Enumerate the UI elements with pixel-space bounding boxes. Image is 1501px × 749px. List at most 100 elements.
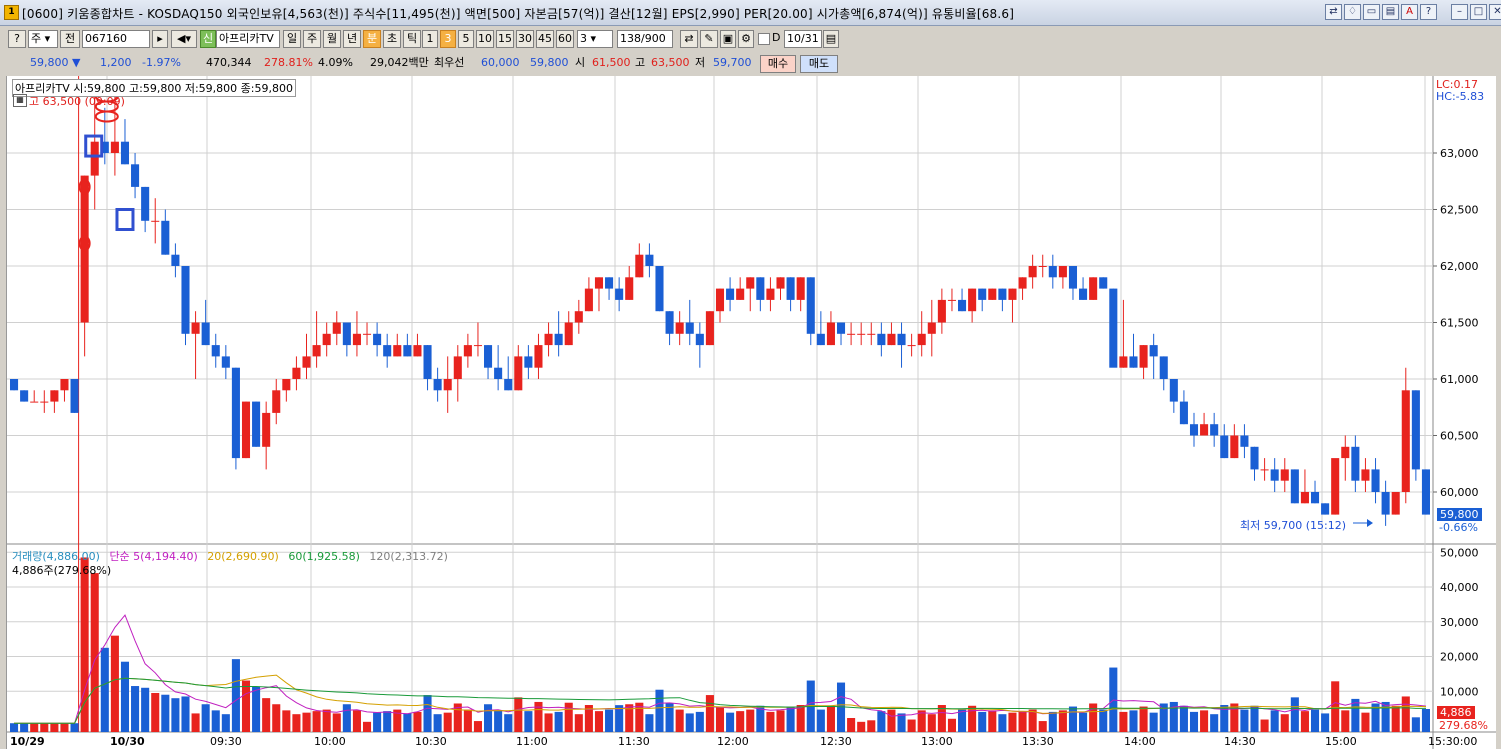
close-icon[interactable]: ✕ bbox=[1489, 4, 1501, 20]
candle-body bbox=[1240, 435, 1249, 447]
diamond-icon[interactable]: ♢ bbox=[1344, 4, 1361, 20]
min-5[interactable]: 5 bbox=[458, 30, 474, 48]
date-field[interactable]: 10/31 bbox=[784, 30, 822, 48]
candle-body bbox=[362, 333, 372, 335]
candle-body bbox=[877, 333, 886, 346]
stock-code-input[interactable]: 067160 bbox=[82, 30, 150, 48]
window-title-bar: 1 [0600] 키움종합차트 - KOSDAQ150 외국인보유[4,563(… bbox=[0, 0, 1501, 26]
volume-bar bbox=[1068, 706, 1078, 732]
minimize-icon[interactable]: – bbox=[1451, 4, 1468, 20]
arrows-icon[interactable]: ⇄ bbox=[680, 30, 698, 48]
link-icon[interactable]: ⇄ bbox=[1325, 4, 1342, 20]
volume-bar bbox=[20, 723, 29, 732]
prev-button[interactable]: 전 bbox=[60, 30, 80, 48]
volume-bar bbox=[826, 705, 835, 732]
min-3[interactable]: 3 bbox=[440, 30, 456, 48]
search-code-button[interactable]: ▸ bbox=[152, 30, 168, 48]
tf-tick[interactable]: 틱 bbox=[403, 30, 421, 48]
time-tick-label: 13:30 bbox=[1022, 735, 1054, 748]
help-icon[interactable]: ? bbox=[1420, 4, 1437, 20]
min-15[interactable]: 15 bbox=[496, 30, 514, 48]
buy-button[interactable]: 매수 bbox=[760, 55, 796, 73]
tf-week[interactable]: 주 bbox=[303, 30, 321, 48]
volume-bar bbox=[958, 709, 967, 732]
tf-second[interactable]: 초 bbox=[383, 30, 401, 48]
candle-body bbox=[1401, 390, 1410, 492]
min-45[interactable]: 45 bbox=[536, 30, 554, 48]
best-bid: 59,800 bbox=[530, 56, 569, 69]
price-tick-label: 60,000 bbox=[1440, 486, 1479, 499]
font-icon[interactable]: A bbox=[1401, 4, 1418, 20]
window-controls: – □ ✕ bbox=[1451, 4, 1501, 20]
volume-bar bbox=[1129, 710, 1138, 732]
gear-icon[interactable]: ⚙ bbox=[738, 30, 754, 48]
volume-bar bbox=[1381, 701, 1390, 732]
price-tick-label: 63,000 bbox=[1440, 147, 1479, 160]
volume-bar bbox=[867, 720, 876, 732]
volume-bar bbox=[594, 711, 604, 732]
time-tick-label: 10:00 bbox=[314, 735, 346, 748]
candle-body bbox=[554, 333, 563, 346]
search-icon[interactable]: ? bbox=[8, 30, 26, 48]
period-select[interactable]: 주 ▾ bbox=[28, 30, 58, 48]
min-10[interactable]: 10 bbox=[476, 30, 494, 48]
tf-year[interactable]: 년 bbox=[343, 30, 361, 48]
price-tick-label: 61,000 bbox=[1440, 373, 1479, 386]
candle-body bbox=[1159, 356, 1168, 379]
volume-bar bbox=[564, 702, 573, 732]
legend-ma20: 20(2,690.90) bbox=[207, 550, 279, 563]
volume-bar bbox=[463, 709, 472, 732]
candle-body bbox=[958, 299, 967, 312]
app-icon: 1 bbox=[4, 5, 19, 20]
volume-bar bbox=[988, 710, 997, 732]
candle-body bbox=[645, 254, 654, 266]
candlestick-chart[interactable]: 63,000 62,500 62,000 61,500 61,000 60,500 60,0… bbox=[7, 76, 1496, 749]
volume-bar bbox=[1250, 705, 1259, 732]
sell-button[interactable]: 매도 bbox=[800, 55, 838, 73]
candle-body bbox=[433, 379, 442, 391]
candle-body bbox=[1290, 469, 1299, 504]
volume-bar bbox=[403, 713, 412, 732]
min-30[interactable]: 30 bbox=[516, 30, 534, 48]
candle-body bbox=[655, 266, 664, 312]
speaker-icon[interactable]: ◀▾ bbox=[171, 30, 197, 48]
save-icon[interactable]: ▣ bbox=[720, 30, 736, 48]
candle-body bbox=[1250, 446, 1259, 470]
layout-icon[interactable]: ▭ bbox=[1363, 4, 1380, 20]
open-label: 시 bbox=[575, 56, 586, 69]
time-tick-label: 10:30 bbox=[415, 735, 447, 748]
candle-body bbox=[1331, 458, 1340, 515]
date-checkbox[interactable] bbox=[758, 33, 770, 45]
tool-icon[interactable]: ✎ bbox=[700, 30, 718, 48]
volume-bar bbox=[30, 723, 39, 732]
date-checkbox-label: D bbox=[772, 31, 781, 44]
volume-bar bbox=[705, 695, 714, 732]
candle-body bbox=[1391, 492, 1400, 515]
calendar-icon[interactable]: ▤ bbox=[823, 30, 839, 48]
candle-body bbox=[272, 390, 281, 413]
min-1[interactable]: 1 bbox=[422, 30, 438, 48]
candle-body bbox=[1351, 446, 1360, 481]
min-60[interactable]: 60 bbox=[556, 30, 574, 48]
calendar-icon[interactable]: ▦ bbox=[13, 94, 27, 107]
time-tick-label: 14:00 bbox=[1124, 735, 1156, 748]
low-label: 저 bbox=[695, 56, 706, 69]
volume-bar bbox=[1321, 713, 1330, 732]
high-value: 63,500 bbox=[651, 56, 690, 69]
tf-day[interactable]: 일 bbox=[283, 30, 301, 48]
volume-bar bbox=[473, 721, 482, 732]
maximize-icon[interactable]: □ bbox=[1470, 4, 1487, 20]
volume-bar bbox=[322, 709, 331, 732]
tf-minute[interactable]: 분 bbox=[363, 30, 381, 48]
list-icon[interactable]: ▤ bbox=[1382, 4, 1399, 20]
candle-body bbox=[897, 333, 906, 346]
stock-name-field[interactable]: 아프리카TV bbox=[216, 30, 280, 48]
price-change: 1,200 bbox=[100, 56, 132, 69]
count-field[interactable]: 138/900 bbox=[617, 30, 673, 48]
interval-select[interactable]: 3 ▾ bbox=[577, 30, 613, 48]
tf-month[interactable]: 월 bbox=[323, 30, 341, 48]
chart-panel[interactable]: 63,000 62,500 62,000 61,500 61,000 60,500 60,0… bbox=[6, 76, 1496, 749]
price-tick-label: 61,500 bbox=[1440, 317, 1479, 330]
candle-body bbox=[917, 333, 926, 346]
candle-body bbox=[322, 333, 331, 346]
